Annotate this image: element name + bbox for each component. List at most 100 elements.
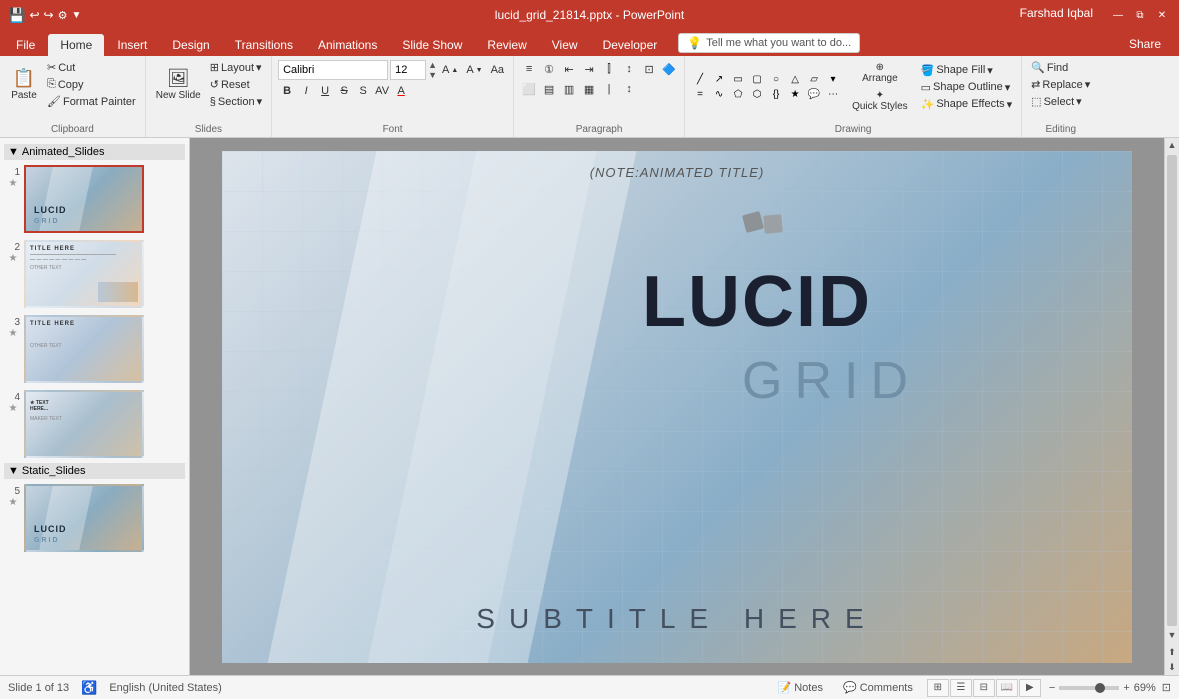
text-direction-button[interactable]: ↕ [620,60,638,78]
slide-thumb-5[interactable]: 5 ★ LUCIDGRID [4,482,185,554]
font-size-increase[interactable]: ▲ [428,60,437,70]
slideshow-btn[interactable]: ▶ [1019,679,1041,697]
scroll-down-btn[interactable]: ▼ [1165,628,1179,643]
share-button[interactable]: Share [1119,35,1171,53]
reading-view-btn[interactable]: 📖 [996,679,1018,697]
slide-thumb-3[interactable]: 3 ★ TITLE HERE OTHER TEXT [4,313,185,385]
slide-thumb-1[interactable]: 1 ★ LUCIDGRID [4,163,185,235]
line-spacing-button[interactable]: ↕ [620,80,638,98]
tab-animations[interactable]: Animations [306,34,389,56]
smartart-button[interactable]: 🔷 [660,60,678,78]
scroll-expand-up[interactable]: ⬆ [1165,645,1179,660]
language[interactable]: English (United States) [109,682,222,694]
shape-line[interactable]: ╱ [691,73,709,87]
shape-hex[interactable]: ⬡ [748,88,766,102]
accessibility-icon[interactable]: ♿ [81,680,97,696]
normal-view-btn[interactable]: ⊞ [927,679,949,697]
close-btn[interactable]: ✕ [1153,6,1171,24]
slide-sorter-btn[interactable]: ⊟ [973,679,995,697]
col-sep-button[interactable]: | [600,80,618,98]
shape-para[interactable]: ▱ [805,73,823,87]
zoom-out-btn[interactable]: − [1049,682,1055,694]
reset-button[interactable]: ↺ Reset [207,77,265,92]
shape-rounded[interactable]: ▢ [748,73,766,87]
align-text-button[interactable]: ⊡ [640,60,658,78]
shape-effects-button[interactable]: ✨ Shape Effects ▾ [918,97,1016,112]
shape-more2[interactable]: ⋯ [824,88,842,102]
tab-file[interactable]: File [4,34,47,56]
justify-button[interactable]: ▦ [580,80,598,98]
undo-icon[interactable]: ↩ [29,8,39,22]
shape-more[interactable]: ▾ [824,73,842,87]
shape-pentagon[interactable]: ⬠ [729,88,747,102]
tell-me-box[interactable]: 💡 Tell me what you want to do... [678,33,860,53]
align-left-button[interactable]: ⬜ [520,80,538,98]
shape-tri[interactable]: △ [786,73,804,87]
minimize-btn[interactable]: — [1109,6,1127,24]
shape-fill-button[interactable]: 🪣 Shape Fill ▾ [918,63,1016,78]
shape-brace[interactable]: {} [767,88,785,102]
slide-thumb-2[interactable]: 2 ★ TITLE HERE — — — — — — — — — OTHER T… [4,238,185,310]
font-size-decrease[interactable]: ▼ [428,70,437,80]
zoom-slider[interactable] [1059,686,1119,690]
find-button[interactable]: 🔍 Find [1028,60,1093,75]
customize-icon[interactable]: ▼ [71,10,81,21]
font-size-input[interactable] [390,60,426,80]
tab-design[interactable]: Design [160,34,221,56]
scroll-thumb[interactable] [1167,155,1177,626]
slide-thumb-4[interactable]: 4 ★ ★ TEXTHERE... MAKER TEXT [4,388,185,460]
increase-indent-button[interactable]: ⇥ [580,60,598,78]
font-name-input[interactable] [278,60,388,80]
zoom-in-btn[interactable]: + [1123,682,1129,694]
numbering-button[interactable]: ① [540,60,558,78]
save-icon[interactable]: 💾 [8,7,25,24]
shape-arrow[interactable]: ↗ [710,73,728,87]
section-static[interactable]: ▼ Static_Slides [4,463,185,479]
paste-button[interactable]: 📋 Paste [6,66,42,103]
slide-canvas[interactable]: (NOTE:ANIMATED TITLE) LUCID GRID SUBTITL… [222,151,1132,663]
align-right-button[interactable]: ▥ [560,80,578,98]
shape-eq[interactable]: = [691,88,709,102]
tab-developer[interactable]: Developer [591,34,670,56]
tab-transitions[interactable]: Transitions [223,34,305,56]
shape-curve[interactable]: ∿ [710,88,728,102]
section-button[interactable]: § Section ▾ [207,94,265,109]
font-color-button[interactable]: A [392,82,410,100]
notes-button[interactable]: 📝 Notes [772,680,829,695]
redo-icon[interactable]: ↪ [44,8,54,22]
italic-button[interactable]: I [297,82,315,100]
scroll-expand-down[interactable]: ⬇ [1165,660,1179,675]
layout-button[interactable]: ⊞ Layout ▾ [207,60,265,75]
copy-button[interactable]: ⎘ Copy [44,77,139,92]
decrease-font-button[interactable]: A▼ [463,63,485,77]
replace-button[interactable]: ⇄ Replace ▾ [1028,77,1093,92]
columns-button[interactable]: ⫿ [600,60,618,78]
bullets-button[interactable]: ≡ [520,60,538,78]
tab-home[interactable]: Home [48,34,104,56]
tab-review[interactable]: Review [475,34,538,56]
clear-format-button[interactable]: Aa [488,63,507,77]
strikethrough-button[interactable]: S [335,82,353,100]
zoom-level[interactable]: 69% [1134,682,1156,694]
char-spacing-button[interactable]: AV [373,82,391,100]
underline-button[interactable]: U [316,82,334,100]
scroll-up-btn[interactable]: ▲ [1165,138,1179,153]
align-center-button[interactable]: ▤ [540,80,558,98]
tab-slideshow[interactable]: Slide Show [390,34,474,56]
shadow-button[interactable]: S [354,82,372,100]
shape-rect[interactable]: ▭ [729,73,747,87]
cut-button[interactable]: ✂ Cut [44,60,139,75]
tab-insert[interactable]: Insert [105,34,159,56]
new-slide-button[interactable]: 🖼 New Slide [152,66,205,103]
arrange-button[interactable]: ⊕ Arrange [848,60,912,86]
format-painter-button[interactable]: 🖌 Format Painter [44,94,139,109]
tab-view[interactable]: View [540,34,590,56]
outline-view-btn[interactable]: ☰ [950,679,972,697]
increase-font-button[interactable]: A▲ [439,63,461,77]
bold-button[interactable]: B [278,82,296,100]
section-animated[interactable]: ▼ Animated_Slides [4,144,185,160]
shape-callout[interactable]: 💬 [805,88,823,102]
decrease-indent-button[interactable]: ⇤ [560,60,578,78]
restore-icon[interactable]: ⚙ [58,9,68,22]
shape-circle[interactable]: ○ [767,73,785,87]
